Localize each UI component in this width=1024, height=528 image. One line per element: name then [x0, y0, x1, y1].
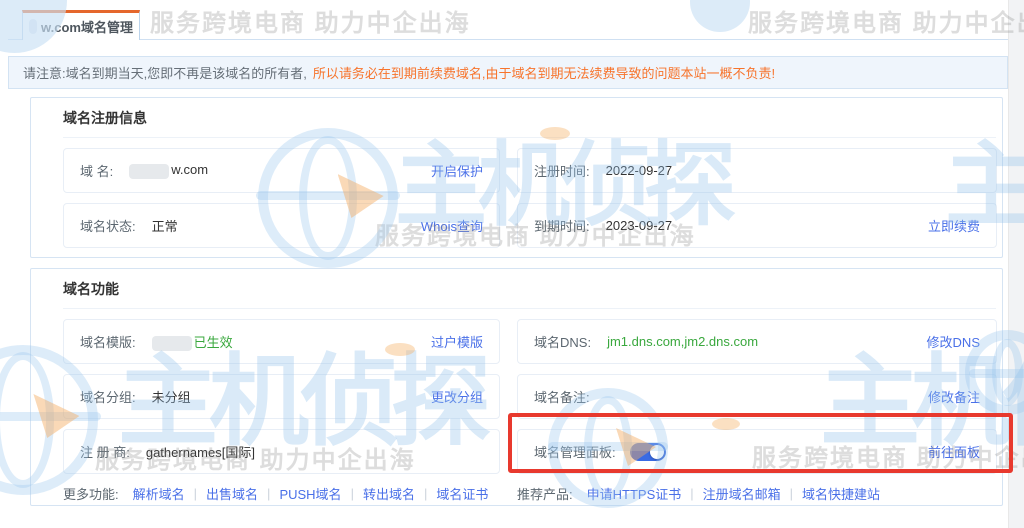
separator: | — [423, 486, 428, 501]
function-link[interactable]: PUSH域名 — [279, 484, 341, 503]
domain-dns-value: jm1.dns.com,jm2.dns.com — [607, 334, 759, 349]
divider — [63, 308, 996, 309]
domain-group-label: 域名分组: — [80, 390, 136, 405]
whois-query-link[interactable]: Whois查询 — [421, 216, 483, 235]
function-link[interactable]: 解析域名 — [133, 484, 185, 503]
recommended-products-links: 申请HTTPS证书 | 注册域名邮箱 | 域名快捷建站 — [587, 484, 880, 503]
recommended-products-label: 推荐产品: — [517, 487, 573, 502]
watermark-tagline: 服务跨境电商 助力中企出海 — [748, 10, 1024, 37]
transfer-template-link[interactable]: 过户模版 — [431, 332, 483, 351]
domain-template-label: 域名模版: — [80, 335, 136, 350]
management-panel-card: 域名管理面板: 前往面板 — [517, 429, 997, 474]
redacted-patch — [151, 336, 192, 352]
goto-panel-link[interactable]: 前往面板 — [928, 442, 980, 461]
product-link[interactable]: 域名快捷建站 — [802, 484, 880, 503]
domain-manage-page: w.com域名管理 请注意:域名到期当天,您即不再是该域名的所有者, 所以请务必… — [0, 0, 1024, 528]
divider — [63, 137, 996, 138]
recommended-products-cell: 推荐产品: 申请HTTPS证书 | 注册域名邮箱 | 域名快捷建站 — [517, 484, 997, 503]
vertical-scrollbar[interactable] — [1008, 0, 1024, 528]
function-rows: 域名模版: 已生效 过户模版 域名DNS: jm1.dns.com,jm2.dn… — [63, 319, 997, 474]
domain-remark-card: 域名备注: 修改备注 — [517, 374, 997, 419]
expiry-notice-bar: 请注意:域名到期当天,您即不再是该域名的所有者, 所以请务必在到期前续费域名,由… — [8, 56, 1008, 89]
tab-domain-manage[interactable]: w.com域名管理 — [22, 10, 140, 40]
separator: | — [789, 486, 794, 501]
change-group-link[interactable]: 更改分组 — [431, 387, 483, 406]
register-time-card: 注册时间: 2022-09-27 — [517, 148, 997, 193]
notice-text: 请注意:域名到期当天,您即不再是该域名的所有者, — [23, 66, 307, 81]
domain-dns-card: 域名DNS: jm1.dns.com,jm2.dns.com 修改DNS — [517, 319, 997, 364]
notice-warning-text: 所以请务必在到期前续费域名,由于域名到期无法续费导致的问题本站一概不负责! — [312, 66, 776, 81]
domain-template-value: 已生效 — [151, 332, 233, 352]
register-time-label: 注册时间: — [534, 164, 590, 179]
modify-remark-link[interactable]: 修改备注 — [928, 387, 980, 406]
register-time-value: 2022-09-27 — [605, 163, 673, 178]
registration-rows: 域 名: w.com 开启保护 注册时间: 2022-09-27 域名状态: 正… — [63, 148, 997, 248]
section-title: 域名功能 — [63, 281, 119, 297]
domain-status-label: 域名状态: — [80, 219, 136, 234]
tab-bar-divider — [8, 39, 1008, 40]
domain-remark-label: 域名备注: — [534, 390, 590, 405]
section-title: 域名注册信息 — [63, 110, 147, 126]
expire-time-value: 2023-09-27 — [605, 218, 673, 233]
product-link[interactable]: 注册域名邮箱 — [703, 484, 781, 503]
separator: | — [267, 486, 271, 501]
more-functions-label: 更多功能: — [63, 487, 119, 502]
separator: | — [690, 486, 694, 501]
registrar-card: 注 册 商: gathernames[国际] — [63, 429, 500, 474]
function-link[interactable]: 域名证书 — [436, 484, 488, 503]
domain-name-card: 域 名: w.com 开启保护 — [63, 148, 500, 193]
section-domain-functions: 域名功能 域名模版: 已生效 过户模版 域名DNS: jm1.dns.com,j… — [30, 268, 1003, 506]
management-panel-label: 域名管理面板: — [534, 445, 616, 460]
domain-value: w.com — [129, 162, 208, 179]
registrar-label: 注 册 商: — [80, 445, 130, 460]
function-link[interactable]: 出售域名 — [206, 484, 258, 503]
watermark-circle — [690, 0, 750, 32]
renew-now-link[interactable]: 立即续费 — [928, 216, 980, 235]
domain-status-value: 正常 — [151, 219, 178, 234]
domain-template-card: 域名模版: 已生效 过户模版 — [63, 319, 500, 364]
expire-time-card: 到期时间: 2023-09-27 立即续费 — [517, 203, 997, 248]
redacted-patch — [129, 163, 170, 179]
domain-status-card: 域名状态: 正常 Whois查询 — [63, 203, 500, 248]
expire-time-label: 到期时间: — [534, 219, 590, 234]
more-functions-links: 解析域名 | 出售域名 | PUSH域名 | 转出域名 | 域名证书 — [133, 484, 489, 503]
quick-links-row: 更多功能: 解析域名 | 出售域名 | PUSH域名 | 转出域名 | 域名证书 推荐产品: 申… — [63, 484, 996, 503]
watermark-tagline: 服务跨境电商 助力中企出海 — [150, 10, 471, 37]
enable-protection-link[interactable]: 开启保护 — [431, 161, 483, 180]
function-link[interactable]: 转出域名 — [363, 484, 415, 503]
section-registration-info: 域名注册信息 域 名: w.com 开启保护 注册时间: 2022-09-27 … — [30, 97, 1003, 258]
registrar-value: gathernames[国际] — [145, 445, 255, 460]
redacted-patch — [29, 19, 38, 34]
separator: | — [350, 486, 354, 501]
toggle-knob — [649, 444, 664, 459]
domain-dns-label: 域名DNS: — [534, 335, 592, 350]
domain-group-card: 域名分组: 未分组 更改分组 — [63, 374, 500, 419]
domain-label: 域 名: — [80, 164, 114, 179]
product-link[interactable]: 申请HTTPS证书 — [587, 484, 682, 503]
modify-dns-link[interactable]: 修改DNS — [927, 332, 980, 351]
panel-toggle[interactable] — [629, 442, 666, 461]
more-functions-cell: 更多功能: 解析域名 | 出售域名 | PUSH域名 | 转出域名 | 域名证书 — [63, 484, 500, 503]
tab-label: w.com域名管理 — [41, 20, 133, 35]
domain-group-value: 未分组 — [151, 390, 191, 405]
separator: | — [193, 486, 198, 501]
